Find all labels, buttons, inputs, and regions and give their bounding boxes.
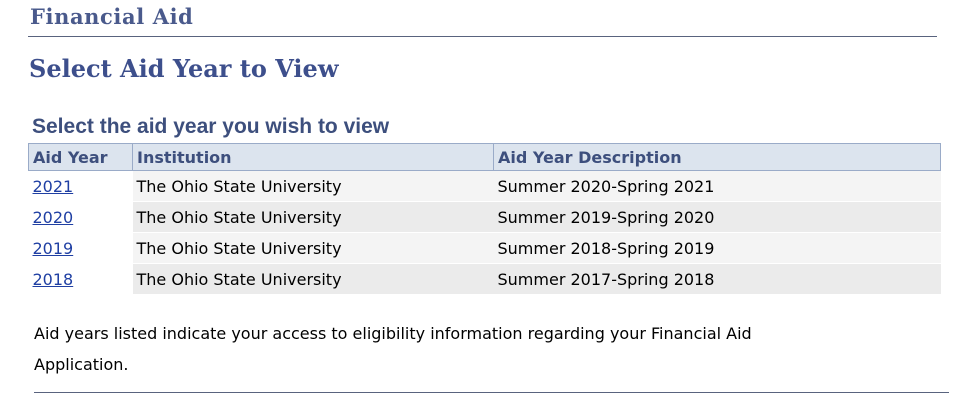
grid-caption: Select the aid year you wish to view [32, 115, 390, 138]
aid-year-link[interactable]: 2018 [33, 270, 74, 289]
column-header-aid-year: Aid Year [28, 143, 133, 171]
table-row: 2019 The Ohio State University Summer 20… [28, 232, 941, 264]
aid-year-cell: 2020 [28, 201, 133, 233]
aid-year-cell: 2021 [28, 170, 133, 202]
aid-year-cell: 2018 [28, 263, 133, 295]
page-title: Select Aid Year to View [29, 54, 339, 83]
aid-year-table: Aid Year Institution Aid Year Descriptio… [28, 143, 941, 295]
institution-cell: The Ohio State University [132, 201, 494, 233]
description-cell: Summer 2017-Spring 2018 [493, 263, 941, 295]
footnote-text: Aid years listed indicate your access to… [34, 324, 752, 374]
table-header-row: Aid Year Institution Aid Year Descriptio… [28, 143, 941, 171]
institution-cell: The Ohio State University [132, 170, 494, 202]
divider [28, 36, 937, 37]
table-row: 2021 The Ohio State University Summer 20… [28, 170, 941, 202]
institution-cell: The Ohio State University [132, 232, 494, 264]
institution-cell: The Ohio State University [132, 263, 494, 295]
table-row: 2018 The Ohio State University Summer 20… [28, 263, 941, 295]
aid-year-link[interactable]: 2019 [33, 239, 74, 258]
description-cell: Summer 2019-Spring 2020 [493, 201, 941, 233]
aid-year-link[interactable]: 2020 [33, 208, 74, 227]
description-cell: Summer 2018-Spring 2019 [493, 232, 941, 264]
description-cell: Summer 2020-Spring 2021 [493, 170, 941, 202]
section-title: Financial Aid [30, 4, 194, 29]
aid-year-cell: 2019 [28, 232, 133, 264]
divider [34, 392, 949, 393]
table-row: 2020 The Ohio State University Summer 20… [28, 201, 941, 233]
column-header-description: Aid Year Description [493, 143, 941, 171]
column-header-institution: Institution [132, 143, 494, 171]
aid-year-link[interactable]: 2021 [33, 177, 74, 196]
